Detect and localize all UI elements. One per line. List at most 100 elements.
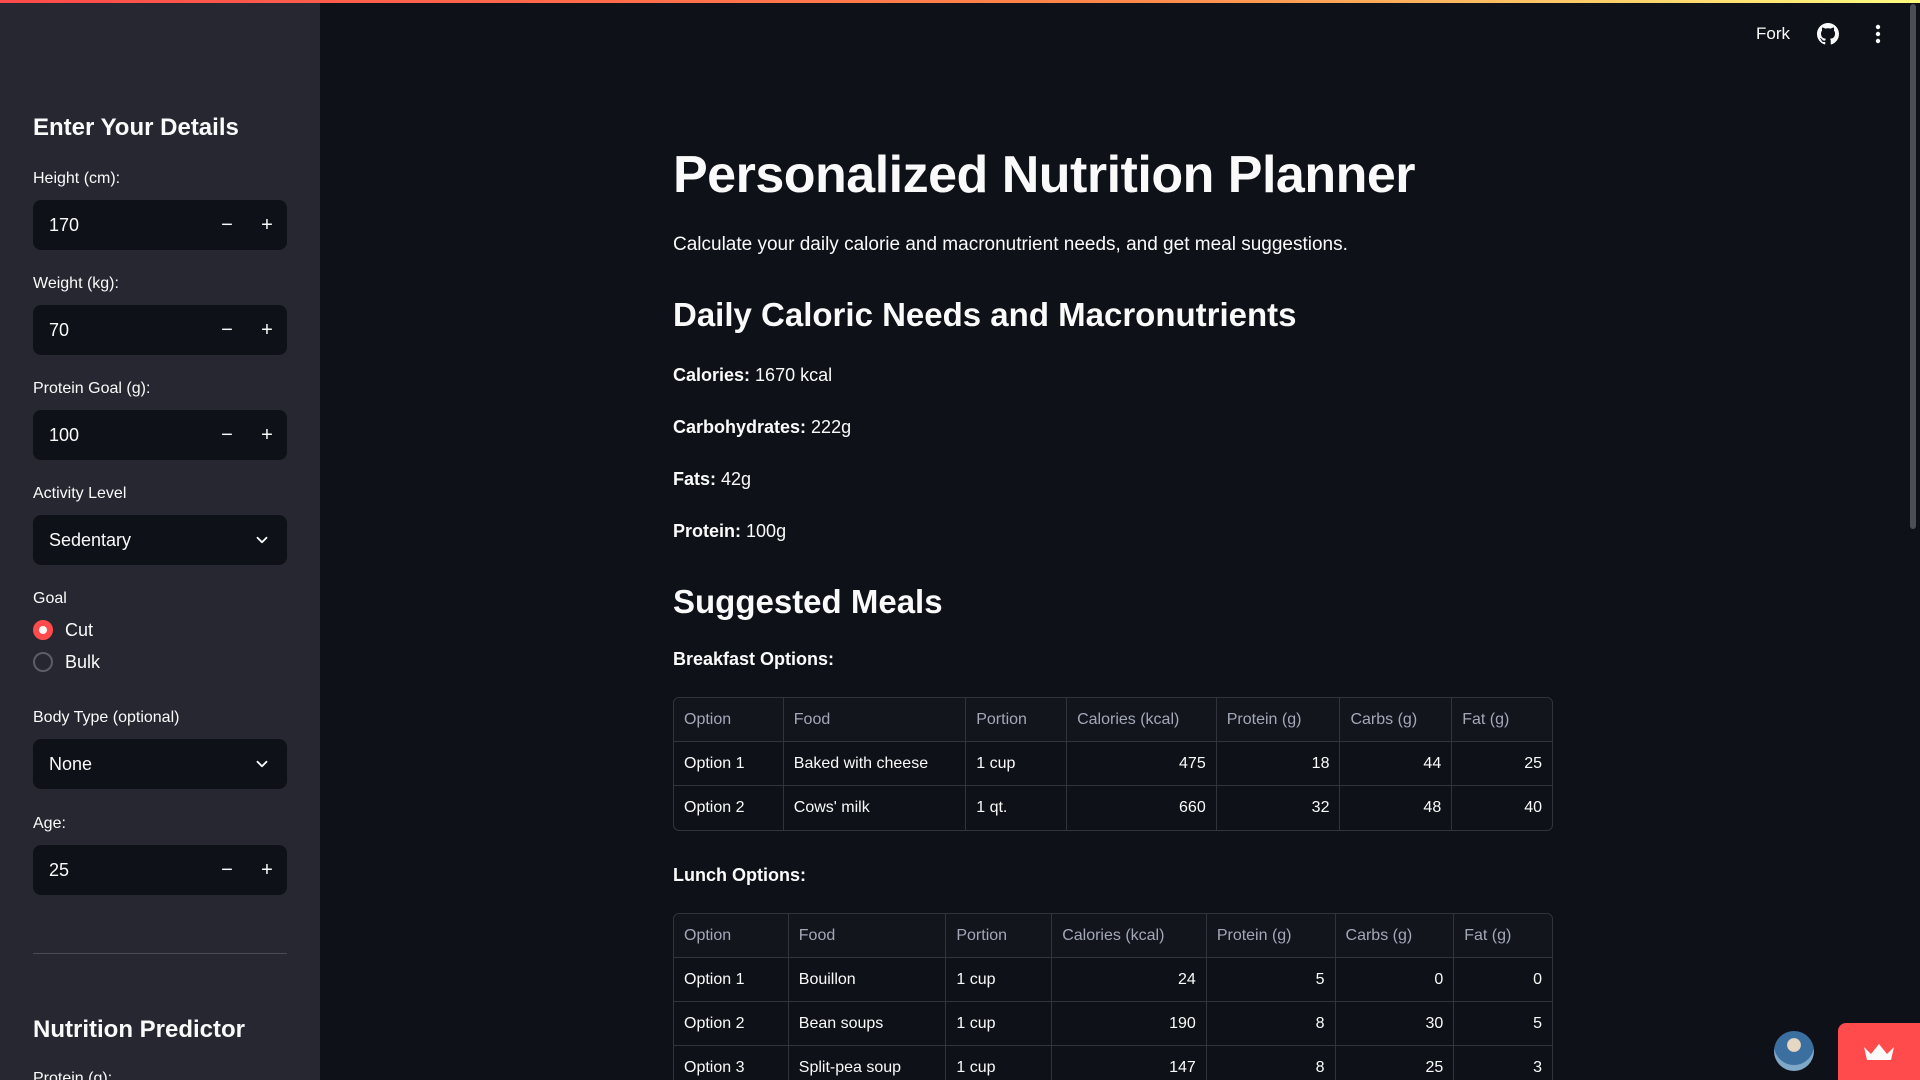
top-decoration-bar [0, 0, 1920, 3]
column-header[interactable]: Fat (g) [1452, 698, 1552, 742]
breakfast-table[interactable]: Option Food Portion Calories (kcal) Prot… [673, 697, 1553, 831]
table-cell[interactable]: 660 [1067, 786, 1217, 830]
table-cell[interactable]: 190 [1052, 1002, 1207, 1046]
lunch-table[interactable]: Option Food Portion Calories (kcal) Prot… [673, 913, 1553, 1080]
table-cell[interactable]: 1 cup [946, 958, 1053, 1002]
table-cell[interactable]: 3 [1454, 1046, 1552, 1080]
column-header[interactable]: Portion [946, 914, 1053, 958]
table-cell[interactable]: 147 [1052, 1046, 1207, 1080]
column-header[interactable]: Portion [966, 698, 1068, 742]
height-value[interactable]: 170 [49, 215, 207, 236]
user-avatar[interactable] [1774, 1031, 1814, 1071]
radio-selected-icon[interactable] [33, 620, 53, 640]
column-header[interactable]: Fat (g) [1454, 914, 1552, 958]
kebab-menu-icon[interactable] [1866, 22, 1890, 46]
goal-option-bulk[interactable]: Bulk [33, 646, 287, 678]
table-cell[interactable]: 25 [1336, 1046, 1455, 1080]
table-cell[interactable]: Option 2 [674, 1002, 789, 1046]
stat-value: 42g [721, 469, 752, 489]
age-input[interactable]: 25 − + [33, 845, 287, 895]
stat-fats: Fats: 42g [673, 469, 751, 490]
protein-goal-input[interactable]: 100 − + [33, 410, 287, 460]
lunch-label: Lunch Options: [673, 865, 806, 885]
column-header[interactable]: Food [783, 698, 967, 742]
table-row: Option 2 Bean soups 1 cup 190 8 30 5 [674, 1002, 1552, 1046]
stat-value: 100g [746, 521, 787, 541]
weight-increment-button[interactable]: + [247, 305, 287, 355]
github-icon[interactable] [1816, 22, 1840, 46]
stat-carbohydrates: Carbohydrates: 222g [673, 417, 851, 438]
column-header[interactable]: Calories (kcal) [1067, 698, 1217, 742]
table-cell[interactable]: 40 [1452, 786, 1552, 830]
table-cell[interactable]: Option 1 [674, 742, 784, 786]
weight-decrement-button[interactable]: − [207, 305, 247, 355]
table-cell[interactable]: Bouillon [788, 958, 947, 1002]
table-cell[interactable]: Option 1 [674, 958, 789, 1002]
column-header[interactable]: Food [788, 914, 947, 958]
goal-option-cut[interactable]: Cut [33, 614, 287, 646]
protein-goal-increment-button[interactable]: + [247, 410, 287, 460]
table-cell[interactable]: 30 [1335, 1002, 1455, 1046]
age-label: Age: [33, 815, 66, 832]
weight-field: Weight (kg): 70 − + [33, 275, 287, 355]
activity-level-label: Activity Level [33, 485, 127, 502]
fork-button[interactable]: Fork [1756, 24, 1790, 44]
table-cell[interactable]: 5 [1206, 958, 1336, 1002]
table-cell[interactable]: Baked with cheese [783, 742, 967, 786]
table-cell[interactable]: Option 2 [674, 786, 784, 830]
table-cell[interactable]: 18 [1216, 742, 1341, 786]
radio-unselected-icon[interactable] [33, 652, 53, 672]
table-cell[interactable]: 0 [1335, 958, 1455, 1002]
table-cell[interactable]: 0 [1454, 958, 1552, 1002]
table-cell[interactable]: 32 [1217, 786, 1341, 830]
breakfast-label: Breakfast Options: [673, 649, 835, 669]
age-field: Age: 25 − + [33, 815, 287, 895]
protein-goal-decrement-button[interactable]: − [207, 410, 247, 460]
age-value[interactable]: 25 [49, 860, 207, 881]
table-cell[interactable]: 5 [1454, 1002, 1552, 1046]
page-subtitle: Calculate your daily calorie and macronu… [673, 234, 1348, 255]
table-cell[interactable]: 25 [1452, 742, 1552, 786]
table-cell[interactable]: Option 3 [674, 1046, 789, 1080]
goal-field: Goal Cut Bulk [33, 590, 287, 678]
height-increment-button[interactable]: + [247, 200, 287, 250]
height-input[interactable]: 170 − + [33, 200, 287, 250]
table-cell[interactable]: 1 cup [946, 1046, 1053, 1080]
table-cell[interactable]: 1 cup [946, 1002, 1053, 1046]
table-cell[interactable]: Cows' milk [784, 786, 967, 830]
stat-label: Protein: [673, 521, 742, 541]
weight-input[interactable]: 70 − + [33, 305, 287, 355]
weight-value[interactable]: 70 [49, 320, 207, 341]
table-cell[interactable]: 1 cup [966, 742, 1068, 786]
table-cell[interactable]: Split-pea soup [789, 1046, 947, 1080]
stat-label: Fats: [673, 469, 717, 489]
column-header[interactable]: Calories (kcal) [1052, 914, 1207, 958]
column-header[interactable]: Protein (g) [1216, 698, 1341, 742]
stat-calories: Calories: 1670 kcal [673, 365, 832, 386]
activity-level-value: Sedentary [49, 529, 132, 550]
table-cell[interactable]: 44 [1340, 742, 1453, 786]
body-type-select[interactable]: None [33, 739, 287, 789]
column-header[interactable]: Carbs (g) [1340, 698, 1453, 742]
column-header[interactable]: Option [674, 698, 784, 742]
page-scrollbar[interactable] [1910, 4, 1916, 529]
column-header[interactable]: Protein (g) [1206, 914, 1336, 958]
table-cell[interactable]: 1 qt. [966, 786, 1068, 830]
age-decrement-button[interactable]: − [207, 845, 247, 895]
table-cell[interactable]: 8 [1206, 1002, 1336, 1046]
height-field: Height (cm): 170 − + [33, 170, 287, 250]
sidebar-divider [33, 953, 287, 954]
height-decrement-button[interactable]: − [207, 200, 247, 250]
table-cell[interactable]: 475 [1067, 742, 1217, 786]
table-row: Option 1 Bouillon 1 cup 24 5 0 0 [674, 958, 1552, 1002]
table-cell[interactable]: Bean soups [788, 1002, 947, 1046]
table-cell[interactable]: 24 [1052, 958, 1207, 1002]
age-increment-button[interactable]: + [247, 845, 287, 895]
protein-goal-value[interactable]: 100 [49, 425, 207, 446]
table-cell[interactable]: 8 [1207, 1046, 1336, 1080]
streamlit-crown-icon[interactable] [1838, 1023, 1920, 1080]
column-header[interactable]: Option [674, 914, 789, 958]
column-header[interactable]: Carbs (g) [1335, 914, 1455, 958]
table-cell[interactable]: 48 [1340, 786, 1453, 830]
activity-level-select[interactable]: Sedentary [33, 515, 287, 565]
